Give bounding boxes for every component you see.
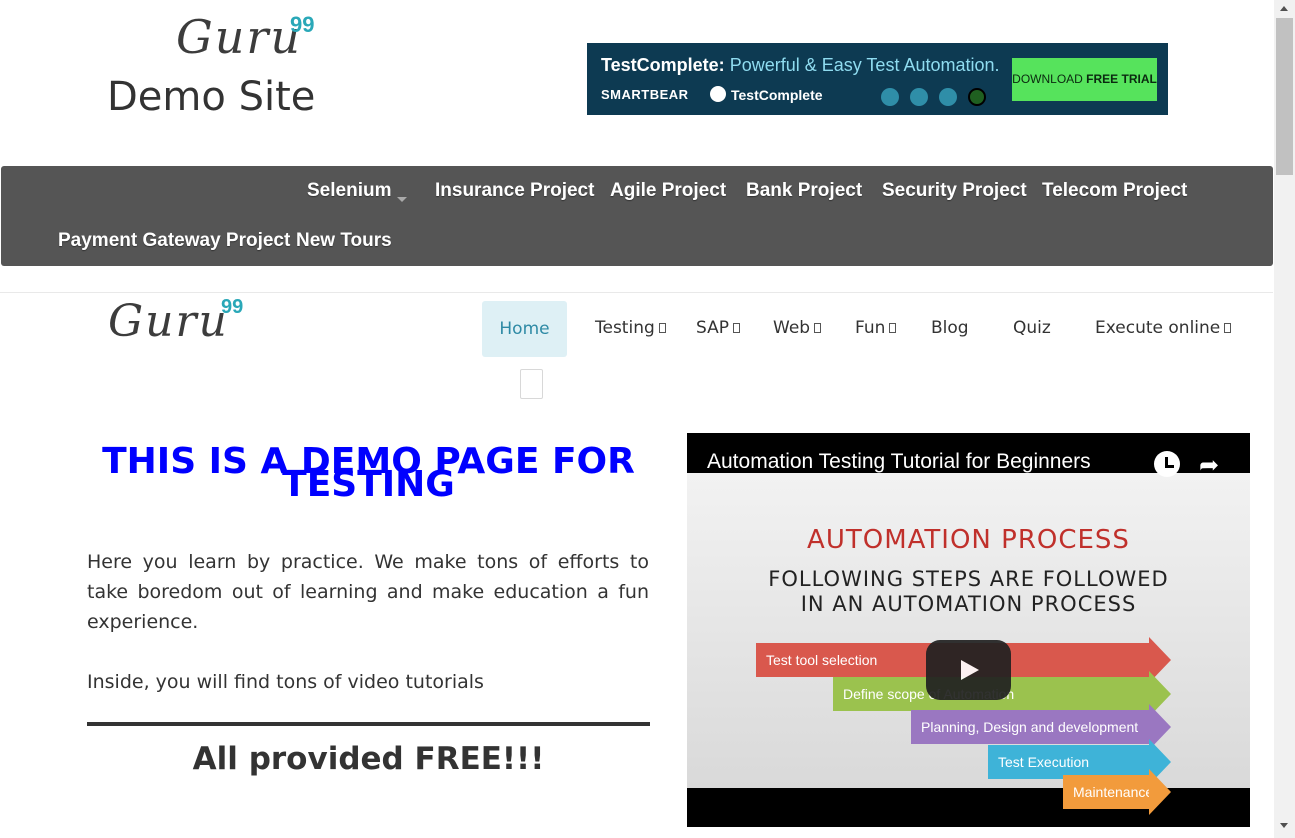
slide-subheading-line-2: IN AN AUTOMATION PROCESS xyxy=(800,592,1137,616)
nav-security-project[interactable]: Security Project xyxy=(882,180,1027,202)
scrollbar[interactable] xyxy=(1274,0,1295,838)
scroll-up-arrow-icon[interactable] xyxy=(1280,6,1288,11)
step-arrow: Maintenance xyxy=(1063,769,1171,815)
video-title[interactable]: Automation Testing Tutorial for Beginner… xyxy=(707,450,1091,474)
top-navigation-bar: Selenium Insurance Project Agile Project… xyxy=(1,166,1273,266)
tab-execute-online-label: Execute online xyxy=(1095,318,1221,338)
tab-sap[interactable]: SAP xyxy=(696,318,740,338)
ad-headline-tagline: Powerful & Easy Test Automation. xyxy=(729,55,1000,75)
slide-subheading: FOLLOWING STEPS ARE FOLLOWED IN AN AUTOM… xyxy=(687,567,1250,617)
dropdown-icon xyxy=(889,323,897,333)
mobile-icon xyxy=(939,88,957,106)
nav-payment-gateway-project[interactable]: Payment Gateway Project xyxy=(58,230,290,252)
logo-superscript-secondary: 99 xyxy=(221,296,244,318)
caret-down-icon xyxy=(397,197,408,202)
tab-home[interactable]: Home xyxy=(482,301,567,357)
desktop-icon xyxy=(881,88,899,106)
dropdown-icon xyxy=(1224,323,1232,333)
logo-superscript: 99 xyxy=(290,12,315,37)
dropdown-icon xyxy=(658,323,666,333)
watch-later-icon[interactable] xyxy=(1154,451,1180,477)
scroll-down-arrow-icon[interactable] xyxy=(1280,823,1288,828)
divider-line xyxy=(0,292,1273,293)
step-arrow: Test Execution xyxy=(988,739,1171,785)
logo-text-secondary: Guru xyxy=(108,296,229,347)
ad-feature-icons xyxy=(881,88,997,111)
intro-paragraph-2: Inside, you will find tons of video tuto… xyxy=(87,671,484,693)
nav-agile-project[interactable]: Agile Project xyxy=(610,180,726,202)
ad-product-label: TestComplete xyxy=(731,87,823,103)
video-player[interactable]: AUTOMATION PROCESS FOLLOWING STEPS ARE F… xyxy=(687,433,1250,827)
testcomplete-icon xyxy=(710,86,726,102)
dropdown-icon xyxy=(814,323,822,333)
nav-selenium[interactable]: Selenium xyxy=(307,180,408,202)
guru99-logo[interactable]: Guru 99 xyxy=(176,8,326,68)
logo-text: Guru xyxy=(176,10,302,64)
ad-cta-bold: FREE TRIAL xyxy=(1086,72,1157,86)
tab-quiz[interactable]: Quiz xyxy=(1013,318,1051,338)
tab-fun[interactable]: Fun xyxy=(855,318,897,338)
dropdown-icon xyxy=(733,323,740,333)
ad-banner[interactable]: TestComplete: Powerful & Easy Test Autom… xyxy=(587,43,1168,115)
intro-paragraph: Here you learn by practice. We make tons… xyxy=(87,551,649,633)
step-arrow: Planning, Design and development xyxy=(911,704,1171,750)
tab-blog[interactable]: Blog xyxy=(931,318,969,338)
tab-web[interactable]: Web xyxy=(773,318,822,338)
ad-headline: TestComplete: Powerful & Easy Test Autom… xyxy=(601,55,1000,76)
search-toggle[interactable] xyxy=(520,369,543,399)
slide-subheading-line-1: FOLLOWING STEPS ARE FOLLOWED xyxy=(768,567,1169,591)
nav-telecom-project[interactable]: Telecom Project xyxy=(1042,180,1187,202)
nav-new-tours[interactable]: New Tours xyxy=(296,230,392,252)
tab-sap-label: SAP xyxy=(696,318,729,338)
tab-execute-online[interactable]: Execute online xyxy=(1095,318,1232,338)
play-icon[interactable] xyxy=(926,640,1011,700)
free-text: All provided FREE!!! xyxy=(192,741,545,777)
slide-heading: AUTOMATION PROCESS xyxy=(807,525,1130,555)
content-divider xyxy=(87,722,650,726)
video-thumbnail: AUTOMATION PROCESS FOLLOWING STEPS ARE F… xyxy=(687,473,1250,815)
download-free-trial-button[interactable]: DOWNLOAD FREE TRIAL xyxy=(1012,58,1157,101)
nav-bank-project[interactable]: Bank Project xyxy=(746,180,862,202)
nav-selenium-label: Selenium xyxy=(307,180,392,201)
ad-product: TestComplete xyxy=(710,86,823,103)
guru99-logo-secondary[interactable]: Guru 99 xyxy=(108,294,258,354)
page-heading: THIS IS A DEMO PAGE FOR TESTING xyxy=(102,441,635,505)
nav-insurance-project[interactable]: Insurance Project xyxy=(435,180,594,202)
check-icon xyxy=(968,88,986,106)
tab-testing[interactable]: Testing xyxy=(595,318,666,338)
share-icon[interactable]: ➦ xyxy=(1199,451,1219,480)
ad-headline-brand: TestComplete: xyxy=(601,55,725,75)
web-icon xyxy=(910,88,928,106)
tab-web-label: Web xyxy=(773,318,811,338)
scrollbar-thumb[interactable] xyxy=(1276,18,1293,175)
ad-cta-prefix: DOWNLOAD xyxy=(1012,72,1083,86)
tab-testing-label: Testing xyxy=(595,318,655,338)
tab-fun-label: Fun xyxy=(855,318,886,338)
site-title: Demo Site xyxy=(107,74,316,120)
ad-company: SMARTBEAR xyxy=(601,87,689,102)
